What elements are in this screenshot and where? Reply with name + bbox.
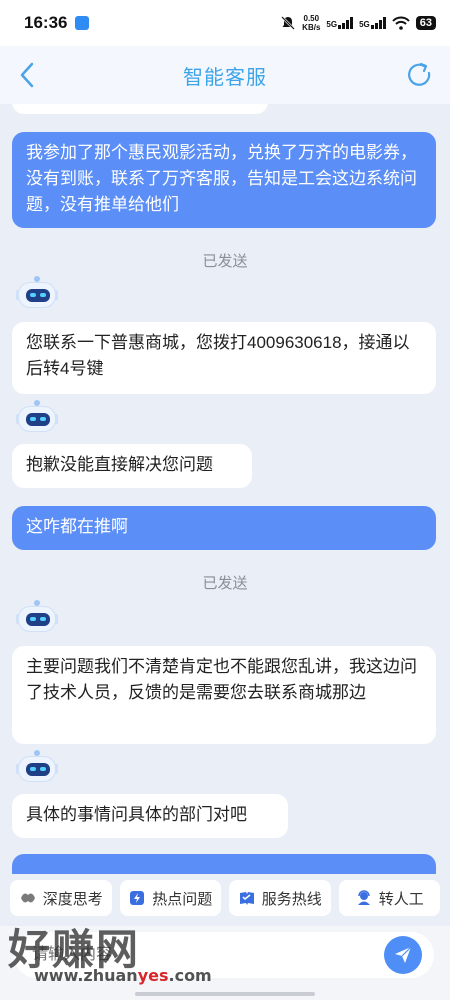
previous-message-fragment xyxy=(12,104,268,114)
message-input-bar xyxy=(0,926,450,1000)
home-indicator xyxy=(135,992,315,996)
quick-action-human-agent[interactable]: 转人工 xyxy=(338,880,440,916)
signal-5g-2: 5G xyxy=(359,17,386,29)
quick-action-label: 服务热线 xyxy=(261,890,322,908)
bot-message: 主要问题我们不清楚肯定也不能跟您乱讲，我这边问了技术人员，反馈的是需要您去联系商… xyxy=(12,646,436,744)
quick-action-deep-think[interactable]: 深度思考 xyxy=(10,880,112,916)
net-speed-unit: KB/s xyxy=(302,23,321,32)
quick-action-hot-topics[interactable]: 热点问题 xyxy=(119,880,221,916)
sent-status: 已发送 xyxy=(202,575,248,592)
signal-label-1: 5G xyxy=(326,20,338,29)
refresh-icon[interactable] xyxy=(404,60,434,90)
net-speed-value: 0.50 xyxy=(303,14,320,23)
bot-message: 您联系一下普惠商城，您拨打4009630618，接通以后转4号键 xyxy=(12,322,436,394)
user-message: 这咋都在推啊 xyxy=(12,506,436,550)
status-icons: 0.50 KB/s 5G 5G 63 xyxy=(280,14,436,32)
send-button[interactable] xyxy=(384,936,422,974)
bot-avatar-icon xyxy=(16,400,58,434)
quick-action-hotline[interactable]: 服务热线 xyxy=(229,880,331,916)
user-message: 我参加了那个惠民观影活动，兑换了万齐的电影券，没有到账，联系了万齐客服，告知是工… xyxy=(12,132,436,228)
signal-bars-icon xyxy=(370,17,386,29)
quick-action-label: 深度思考 xyxy=(42,890,103,908)
chat-message-list[interactable]: 我参加了那个惠民观影活动，兑换了万齐的电影券，没有到账，联系了万齐客服，告知是工… xyxy=(0,104,450,874)
status-time: 16:36 xyxy=(24,13,68,32)
battery-level: 63 xyxy=(415,16,436,30)
send-icon xyxy=(395,946,412,963)
bot-avatar-icon xyxy=(16,276,58,310)
sent-status: 已发送 xyxy=(202,253,248,270)
signal-label-2: 5G xyxy=(359,20,370,29)
signal-5g-1: 5G xyxy=(326,17,354,29)
wifi-icon xyxy=(392,16,410,30)
bot-avatar-icon xyxy=(16,600,58,634)
quick-actions-bar: 深度思考 热点问题 服务热线 转人工 xyxy=(0,874,450,926)
net-speed: 0.50 KB/s xyxy=(302,14,320,32)
signal-bars-icon xyxy=(338,17,354,29)
status-bar: 16:36 0.50 KB/s 5G 5G 63 xyxy=(0,0,450,46)
page-title: 智能客服 xyxy=(183,66,267,89)
bot-message: 抱歉没能直接解决您问题 xyxy=(12,444,252,488)
page-header: 智能客服 xyxy=(0,46,450,104)
bot-avatar-icon xyxy=(16,750,58,784)
message-input[interactable] xyxy=(14,932,434,978)
quick-action-label: 转人工 xyxy=(378,890,424,908)
mute-bell-icon xyxy=(281,16,296,30)
agent-icon xyxy=(357,890,370,905)
bot-message: 具体的事情问具体的部门对吧 xyxy=(12,794,288,838)
back-arrow-icon[interactable] xyxy=(16,60,38,90)
hot-topic-icon xyxy=(130,891,145,905)
hotline-icon xyxy=(239,892,254,905)
next-message-fragment xyxy=(12,854,436,874)
app-notification-icon xyxy=(75,16,90,30)
quick-action-label: 热点问题 xyxy=(152,890,213,908)
deep-think-icon xyxy=(20,893,35,903)
